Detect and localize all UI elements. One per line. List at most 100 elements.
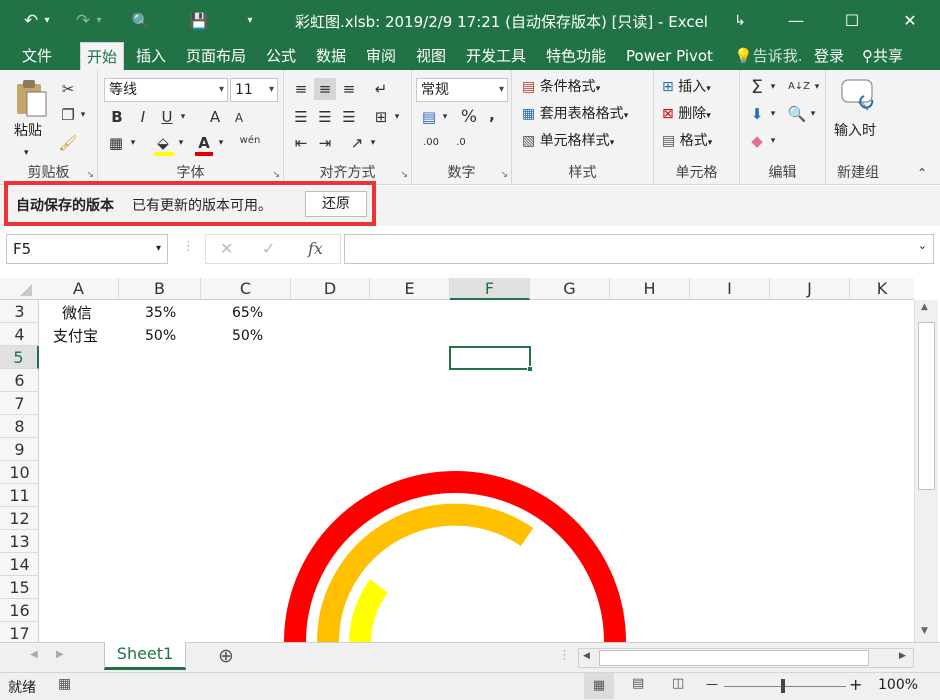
tab-features[interactable]: 特色功能 [546, 42, 606, 70]
decrease-decimal-button[interactable]: .0 [448, 132, 474, 154]
clipboard-launcher-icon[interactable]: ↘ [86, 170, 94, 180]
row-header-7[interactable]: 7 [0, 392, 39, 415]
row-header-5[interactable]: 5 [0, 346, 39, 369]
normal-view-icon[interactable]: ▦ [584, 673, 614, 699]
decrease-indent-icon[interactable]: ⇤ [290, 132, 312, 154]
zoom-level[interactable]: 100% [878, 677, 918, 693]
clear-icon[interactable]: ◆ [746, 130, 768, 152]
copy-dropdown-icon[interactable]: ▾ [78, 104, 88, 126]
cut-icon[interactable]: ✂ [58, 78, 78, 100]
sort-filter-button[interactable]: A↓Z [786, 76, 812, 98]
undo-dropdown-icon[interactable]: ▾ [40, 8, 54, 34]
currency-dropdown-icon[interactable]: ▾ [440, 106, 450, 128]
autosum-button[interactable]: Σ [746, 76, 768, 98]
tab-data[interactable]: 数据 [316, 42, 346, 70]
tab-page-layout[interactable]: 页面布局 [186, 42, 246, 70]
column-header-a[interactable]: A [39, 278, 119, 300]
sheet-prev-icon[interactable]: ◀ [30, 649, 38, 660]
redo-dropdown-icon[interactable]: ▾ [92, 8, 106, 34]
font-color-dropdown-icon[interactable]: ▾ [216, 132, 226, 154]
border-icon[interactable]: ▦ [106, 132, 126, 154]
format-painter-icon[interactable]: 🖌 [58, 132, 78, 154]
tab-formulas[interactable]: 公式 [266, 42, 296, 70]
align-top-icon[interactable]: ≡ [290, 78, 312, 100]
alignment-launcher-icon[interactable]: ↘ [400, 170, 408, 180]
zoom-in-button[interactable]: + [849, 675, 862, 694]
number-launcher-icon[interactable]: ↘ [500, 170, 508, 180]
comma-button[interactable]: , [484, 104, 500, 126]
row-header-3[interactable]: 3 [0, 300, 39, 323]
format-cells-button[interactable]: ▤ 格式▾ [662, 130, 712, 154]
align-left-icon[interactable]: ☰ [290, 106, 312, 128]
column-header-h[interactable]: H [610, 278, 690, 300]
row-header-13[interactable]: 13 [0, 530, 39, 553]
ribbon-display-icon[interactable]: ↳ [720, 6, 760, 36]
increase-decimal-button[interactable]: .00 [418, 132, 444, 154]
find-select-icon[interactable]: 🔍 [786, 103, 808, 125]
fill-dropdown-icon[interactable]: ▾ [176, 132, 186, 154]
sort-dropdown-icon[interactable]: ▾ [812, 76, 822, 98]
font-color-icon[interactable]: A [194, 132, 214, 154]
fill-down-icon[interactable]: ⬇ [746, 103, 768, 125]
sheet-next-icon[interactable]: ▶ [56, 649, 64, 660]
fill-dropdown-icon[interactable]: ▾ [768, 103, 778, 125]
column-header-c[interactable]: C [201, 278, 291, 300]
share-button[interactable]: ⚲共享 [862, 42, 903, 70]
row-header-9[interactable]: 9 [0, 438, 39, 461]
zoom-slider-thumb[interactable] [781, 679, 785, 693]
italic-button[interactable]: I [134, 106, 152, 128]
save-icon[interactable]: 💾 [186, 8, 212, 34]
tab-view[interactable]: 视图 [416, 42, 446, 70]
merge-dropdown-icon[interactable]: ▾ [392, 106, 402, 128]
row-header-4[interactable]: 4 [0, 323, 39, 346]
merge-center-icon[interactable]: ⊞ [370, 106, 392, 128]
rainbow-chart[interactable] [40, 300, 914, 642]
scroll-down-icon[interactable]: ▼ [921, 626, 928, 636]
row-header-16[interactable]: 16 [0, 599, 39, 622]
row-header-8[interactable]: 8 [0, 415, 39, 438]
sheet-tab-sheet1[interactable]: Sheet1 [104, 642, 186, 670]
horizontal-scrollbar[interactable]: ◀ ▶ [578, 648, 914, 668]
add-sheet-icon[interactable]: ⊕ [218, 645, 234, 667]
copy-icon[interactable]: ❐ [58, 104, 78, 126]
speech-bubble-icon[interactable] [840, 78, 876, 112]
border-dropdown-icon[interactable]: ▾ [128, 132, 138, 154]
horizontal-scroll-thumb[interactable] [599, 650, 869, 666]
underline-dropdown-icon[interactable]: ▾ [178, 106, 188, 128]
column-header-k[interactable]: K [850, 278, 914, 300]
percent-button[interactable]: % [458, 106, 480, 128]
find-dropdown-icon[interactable]: ▾ [808, 103, 818, 125]
vertical-scrollbar[interactable]: ▲ ▼ [914, 300, 938, 642]
row-header-10[interactable]: 10 [0, 461, 39, 484]
tab-file[interactable]: 文件 [22, 42, 52, 70]
clear-dropdown-icon[interactable]: ▾ [768, 130, 778, 152]
customize-toolbar-icon[interactable]: ▾ [242, 8, 258, 34]
font-name-dropdown[interactable]: 等线 ▾ [104, 78, 228, 102]
print-preview-icon[interactable]: 🔍 [128, 8, 154, 34]
expand-formula-icon[interactable]: ⌄ [918, 239, 927, 252]
worksheet-grid[interactable]: 微信 35% 65% 支付宝 50% 50% [40, 300, 914, 642]
paste-button[interactable]: 粘贴 [14, 120, 42, 142]
align-center-icon[interactable]: ☰ [314, 106, 336, 128]
page-break-view-icon[interactable]: ◫ [672, 676, 684, 691]
name-box[interactable]: F5 ▾ [6, 234, 168, 264]
format-as-table-button[interactable]: ▦ 套用表格格式▾ [522, 103, 628, 127]
column-header-d[interactable]: D [291, 278, 370, 300]
autosum-dropdown-icon[interactable]: ▾ [768, 76, 778, 98]
tell-me-box[interactable]: 💡告诉我. [734, 42, 802, 70]
shrink-font-button[interactable]: A [230, 107, 248, 129]
insert-function-icon[interactable]: fx [308, 239, 323, 258]
column-header-b[interactable]: B [119, 278, 201, 300]
enter-icon[interactable]: ✓ [262, 239, 275, 258]
row-header-6[interactable]: 6 [0, 369, 39, 392]
align-middle-icon[interactable]: ≡ [314, 78, 336, 100]
font-launcher-icon[interactable]: ↘ [272, 170, 280, 180]
scroll-left-icon[interactable]: ◀ [583, 651, 590, 661]
row-header-12[interactable]: 12 [0, 507, 39, 530]
vertical-scroll-thumb[interactable] [918, 322, 935, 490]
macro-record-icon[interactable]: ▦ [58, 676, 71, 692]
scroll-right-icon[interactable]: ▶ [899, 651, 906, 661]
column-header-j[interactable]: J [770, 278, 850, 300]
increase-indent-icon[interactable]: ⇥ [314, 132, 336, 154]
paste-icon[interactable] [14, 78, 48, 118]
